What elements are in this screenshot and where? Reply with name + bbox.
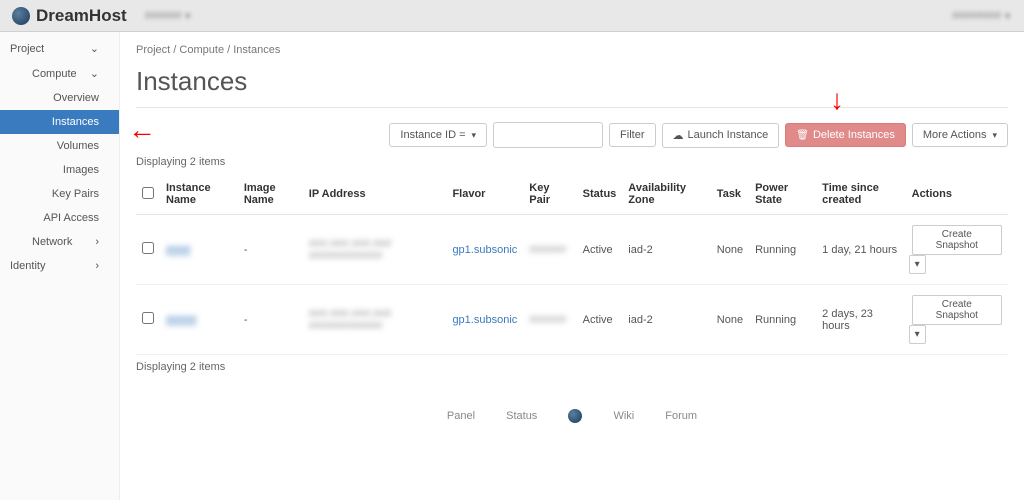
col-image: Image Name <box>238 174 303 215</box>
sidebar-item-keypairs[interactable]: Key Pairs <box>0 182 119 206</box>
sidebar-section-project[interactable]: Project⌄ <box>0 36 119 61</box>
instance-name-link[interactable]: ##### <box>166 314 197 326</box>
select-all-checkbox[interactable] <box>142 187 154 199</box>
cell-image: - <box>238 215 303 285</box>
caret-down-icon: ▼ <box>183 11 192 21</box>
filter-by-dropdown[interactable]: Instance ID = ▾ <box>389 123 487 147</box>
more-actions-dropdown[interactable]: More Actions▾ <box>912 123 1008 147</box>
flavor-link[interactable]: gp1.subsonic <box>452 314 517 326</box>
sidebar-section-identity[interactable]: Identity› <box>0 254 119 278</box>
filter-input[interactable] <box>493 122 603 148</box>
filter-button[interactable]: Filter <box>609 123 655 147</box>
create-snapshot-button[interactable]: Create Snapshot <box>912 225 1002 255</box>
chevron-down-icon: ⌄ <box>90 42 109 55</box>
delete-instances-button[interactable]: 🗑Delete Instances <box>785 123 906 147</box>
col-status: Status <box>577 174 623 215</box>
cell-power: Running <box>749 215 816 285</box>
col-flavor: Flavor <box>446 174 523 215</box>
cell-time: 1 day, 21 hours <box>816 215 905 285</box>
dreamhost-icon <box>12 7 30 25</box>
sidebar-item-volumes[interactable]: Volumes <box>0 134 119 158</box>
col-keypair: Key Pair <box>523 174 576 215</box>
chevron-down-icon: ⌄ <box>90 67 109 80</box>
cell-ip: ###.###.###.### ############ <box>309 238 392 262</box>
col-time: Time since created <box>816 174 905 215</box>
flavor-link[interactable]: gp1.subsonic <box>452 244 517 256</box>
caret-down-icon: ▼ <box>1003 11 1012 21</box>
cell-status: Active <box>577 215 623 285</box>
col-task: Task <box>711 174 749 215</box>
sidebar-sub-compute[interactable]: Compute⌄ <box>0 61 119 86</box>
sidebar-item-images[interactable]: Images <box>0 158 119 182</box>
footer: Panel Status Wiki Forum <box>136 379 1008 433</box>
cell-keypair: ###### <box>529 244 566 256</box>
footer-panel[interactable]: Panel <box>447 410 475 422</box>
cell-az: iad-2 <box>622 285 711 355</box>
instances-table: Instance Name Image Name IP Address Flav… <box>136 174 1008 355</box>
cell-task: None <box>711 215 749 285</box>
caret-down-icon: ▾ <box>992 130 997 141</box>
table-row: ##### -###.###.###.### ############ gp1.su… <box>136 285 1008 355</box>
item-count-bottom: Displaying 2 items <box>136 361 1008 373</box>
cell-keypair: ###### <box>529 314 566 326</box>
col-power: Power State <box>749 174 816 215</box>
cell-status: Active <box>577 285 623 355</box>
footer-wiki[interactable]: Wiki <box>613 410 634 422</box>
col-actions: Actions <box>906 174 1008 215</box>
col-ip: IP Address <box>303 174 447 215</box>
cell-power: Running <box>749 285 816 355</box>
toolbar: Instance ID = ▾ Filter ☁Launch Instance … <box>136 122 1008 148</box>
main-content: Project / Compute / Instances Instances … <box>120 32 1024 500</box>
cell-time: 2 days, 23 hours <box>816 285 905 355</box>
breadcrumb-compute[interactable]: Compute <box>179 44 224 56</box>
topbar: DreamHost ######▼ ########▼ <box>0 0 1024 32</box>
trash-icon: 🗑 <box>796 130 809 141</box>
breadcrumb-project[interactable]: Project <box>136 44 170 56</box>
col-az: Availability Zone <box>622 174 711 215</box>
cell-task: None <box>711 285 749 355</box>
brand-text: DreamHost <box>36 6 127 26</box>
cell-az: iad-2 <box>622 215 711 285</box>
launch-instance-button[interactable]: ☁Launch Instance <box>662 123 780 148</box>
sidebar: Project⌄ Compute⌄ Overview Instances Vol… <box>0 32 120 500</box>
breadcrumb-current: Instances <box>233 44 280 56</box>
sidebar-item-instances[interactable]: Instances <box>0 110 119 134</box>
project-selector[interactable]: ######▼ <box>145 10 193 22</box>
breadcrumb: Project / Compute / Instances <box>136 40 1008 64</box>
table-header-row: Instance Name Image Name IP Address Flav… <box>136 174 1008 215</box>
item-count-top: Displaying 2 items <box>136 156 1008 168</box>
cell-ip: ###.###.###.### ############ <box>309 308 392 332</box>
divider <box>136 107 1008 108</box>
brand-logo: DreamHost <box>12 6 127 26</box>
sidebar-item-overview[interactable]: Overview <box>0 86 119 110</box>
instance-name-link[interactable]: #### <box>166 244 190 256</box>
row-checkbox[interactable] <box>142 242 154 254</box>
sidebar-item-apiaccess[interactable]: API Access <box>0 206 119 230</box>
create-snapshot-button[interactable]: Create Snapshot <box>912 295 1002 325</box>
user-menu[interactable]: ########▼ <box>952 10 1012 22</box>
row-actions-dropdown[interactable]: ▾ <box>909 255 926 274</box>
row-actions-dropdown[interactable]: ▾ <box>909 325 926 344</box>
table-row: #### -###.###.###.### ############ gp1.sub… <box>136 215 1008 285</box>
footer-status[interactable]: Status <box>506 410 537 422</box>
cloud-icon: ☁ <box>673 129 684 142</box>
footer-forum[interactable]: Forum <box>665 410 697 422</box>
caret-down-icon: ▾ <box>472 130 477 141</box>
chevron-right-icon: › <box>95 236 109 248</box>
cell-image: - <box>238 285 303 355</box>
dreamhost-icon <box>568 409 582 423</box>
row-checkbox[interactable] <box>142 312 154 324</box>
chevron-right-icon: › <box>95 260 109 272</box>
sidebar-sub-network[interactable]: Network› <box>0 230 119 254</box>
col-name: Instance Name <box>160 174 238 215</box>
page-title: Instances <box>136 66 1008 97</box>
